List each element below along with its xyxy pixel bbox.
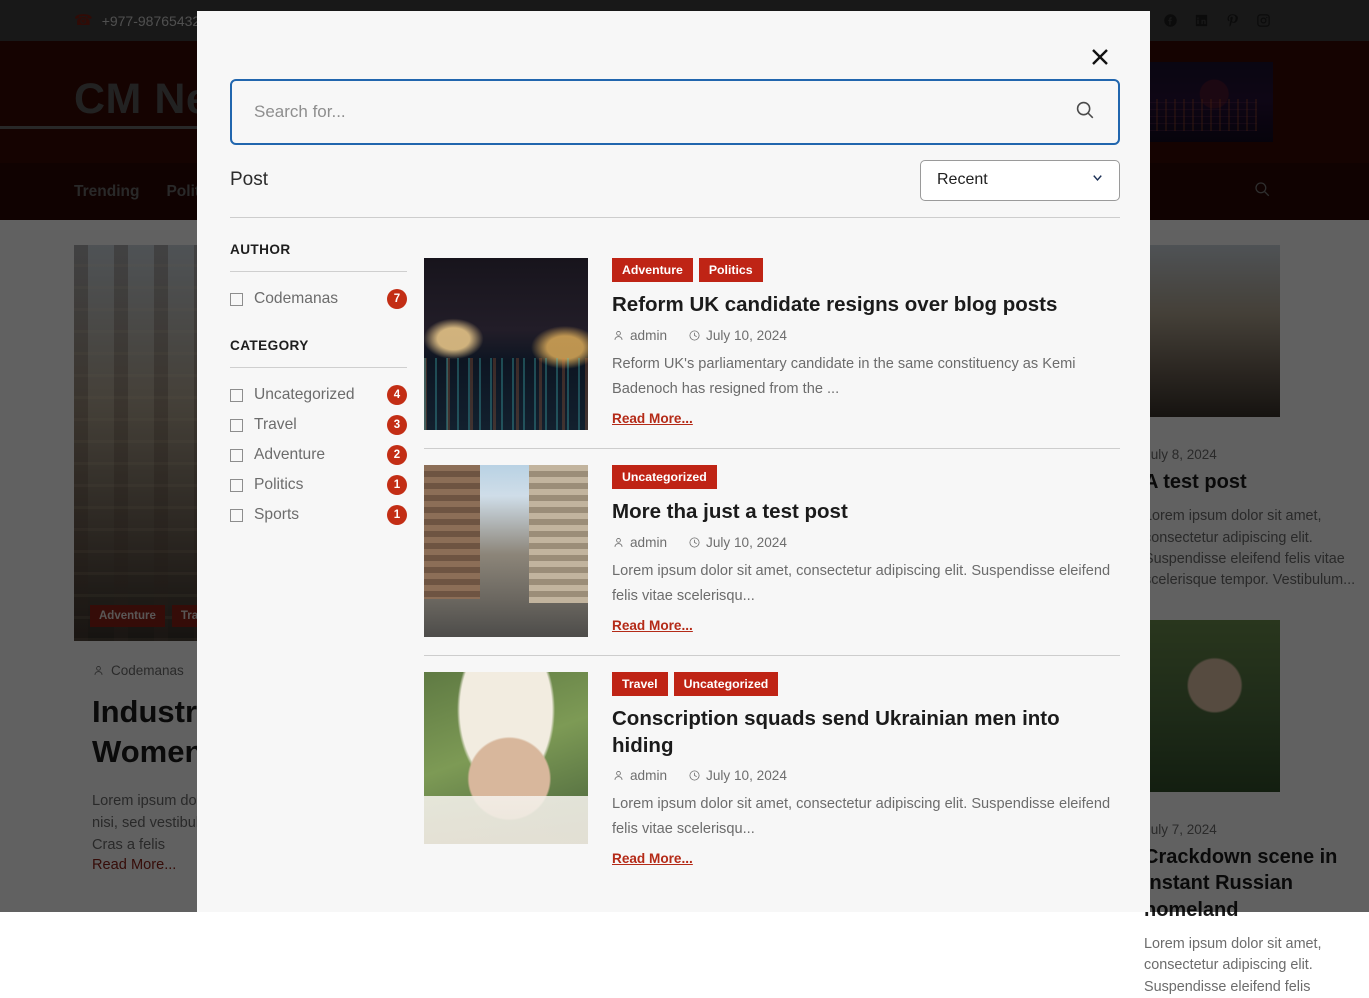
result-author: admin bbox=[612, 535, 667, 550]
facet-count-badge: 2 bbox=[387, 445, 407, 465]
search-modal: Post Recent AUTHOR Codemanas 7 CATEGORY bbox=[197, 11, 1150, 912]
clock-icon bbox=[689, 770, 700, 781]
close-icon[interactable] bbox=[1083, 40, 1117, 74]
facet-count-badge: 1 bbox=[387, 505, 407, 525]
search-results-list: Adventure Politics Reform UK candidate r… bbox=[424, 242, 1120, 886]
facet-checkbox[interactable] bbox=[230, 418, 243, 432]
search-result-item[interactable]: Travel Uncategorized Conscription squads… bbox=[424, 656, 1120, 886]
facet-item-travel[interactable]: Travel 3 bbox=[230, 410, 407, 440]
result-read-more-link[interactable]: Read More... bbox=[612, 411, 693, 426]
result-tag[interactable]: Uncategorized bbox=[612, 465, 717, 489]
result-tag-list: Travel Uncategorized bbox=[612, 672, 1120, 696]
search-result-item[interactable]: Uncategorized More tha just a test post … bbox=[424, 449, 1120, 655]
sort-select[interactable]: Recent bbox=[920, 159, 1120, 201]
facet-count-badge: 7 bbox=[387, 289, 407, 309]
result-body: Travel Uncategorized Conscription squads… bbox=[612, 672, 1120, 868]
user-icon bbox=[614, 330, 623, 340]
facet-heading-rule bbox=[230, 271, 407, 272]
facet-item-sports[interactable]: Sports 1 bbox=[230, 500, 407, 530]
facet-item-politics[interactable]: Politics 1 bbox=[230, 470, 407, 500]
result-tag[interactable]: Uncategorized bbox=[673, 672, 779, 696]
facet-count-badge: 4 bbox=[387, 385, 407, 405]
result-author: admin bbox=[612, 328, 667, 343]
clock-icon bbox=[689, 537, 700, 548]
facet-heading-rule bbox=[230, 367, 407, 368]
facet-label: Sports bbox=[254, 506, 300, 523]
facet-heading: AUTHOR bbox=[230, 242, 291, 257]
result-date: July 10, 2024 bbox=[688, 328, 787, 343]
result-excerpt: Reform UK's parliamentary candidate in t… bbox=[612, 355, 1076, 397]
search-field-wrapper[interactable] bbox=[230, 79, 1120, 145]
facet-count-badge: 3 bbox=[387, 415, 407, 435]
facet-item-codemanas[interactable]: Codemanas 7 bbox=[230, 284, 407, 314]
facet-sidebar: AUTHOR Codemanas 7 CATEGORY Uncategorize… bbox=[230, 242, 407, 530]
result-thumbnail[interactable] bbox=[424, 465, 588, 637]
search-icon[interactable] bbox=[1074, 99, 1096, 126]
result-body: Uncategorized More tha just a test post … bbox=[612, 465, 1120, 637]
result-tag[interactable]: Travel bbox=[612, 672, 668, 696]
facet-label: Politics bbox=[254, 476, 304, 493]
result-tag-list: Uncategorized bbox=[612, 465, 1120, 489]
facet-checkbox[interactable] bbox=[230, 478, 243, 492]
result-title[interactable]: Reform UK candidate resigns over blog po… bbox=[612, 292, 1120, 319]
result-read-more-link[interactable]: Read More... bbox=[612, 618, 693, 633]
result-author-name: admin bbox=[630, 768, 668, 784]
result-meta: admin July 10, 2024 bbox=[612, 328, 1120, 343]
facet-checkbox[interactable] bbox=[230, 388, 243, 402]
right-card-excerpt: Lorem ipsum dolor sit amet, consectetur … bbox=[1144, 936, 1322, 995]
facet-count-badge: 1 bbox=[387, 475, 407, 495]
facet-label: Uncategorized bbox=[254, 386, 355, 403]
sort-select-value: Recent bbox=[937, 171, 988, 188]
facet-checkbox[interactable] bbox=[230, 448, 243, 462]
result-tag-list: Adventure Politics bbox=[612, 258, 1120, 282]
result-author-name: admin bbox=[630, 327, 668, 343]
facet-label: Adventure bbox=[254, 446, 326, 463]
facet-label: Travel bbox=[254, 416, 297, 433]
facet-checkbox[interactable] bbox=[230, 292, 243, 306]
result-date-text: July 10, 2024 bbox=[706, 768, 787, 784]
facet-item-uncategorized[interactable]: Uncategorized 4 bbox=[230, 380, 407, 410]
facet-heading: CATEGORY bbox=[230, 338, 309, 353]
result-date-text: July 10, 2024 bbox=[706, 327, 787, 343]
result-meta: admin July 10, 2024 bbox=[612, 535, 1120, 550]
facet-checkbox[interactable] bbox=[230, 508, 243, 522]
facet-item-adventure[interactable]: Adventure 2 bbox=[230, 440, 407, 470]
result-title[interactable]: More tha just a test post bbox=[612, 499, 1120, 526]
user-icon bbox=[614, 537, 623, 547]
search-input[interactable] bbox=[254, 102, 1074, 122]
facet-group-author: AUTHOR Codemanas 7 bbox=[230, 242, 407, 314]
facet-group-category: CATEGORY Uncategorized 4 Travel 3 Advent… bbox=[230, 338, 407, 530]
result-author: admin bbox=[612, 768, 667, 783]
result-thumbnail[interactable] bbox=[424, 672, 588, 844]
filter-bar: Post Recent bbox=[230, 152, 1120, 208]
result-body: Adventure Politics Reform UK candidate r… bbox=[612, 258, 1120, 430]
result-tag[interactable]: Adventure bbox=[612, 258, 693, 282]
result-date-text: July 10, 2024 bbox=[706, 534, 787, 550]
clock-icon bbox=[689, 330, 700, 341]
user-icon bbox=[614, 771, 623, 781]
result-title[interactable]: Conscription squads send Ukrainian men i… bbox=[612, 706, 1120, 759]
facet-group-spacer bbox=[230, 314, 407, 338]
result-date: July 10, 2024 bbox=[688, 535, 787, 550]
result-date: July 10, 2024 bbox=[688, 768, 787, 783]
result-excerpt: Lorem ipsum dolor sit amet, consectetur … bbox=[612, 796, 1111, 838]
filter-divider bbox=[230, 217, 1120, 218]
result-thumbnail[interactable] bbox=[424, 258, 588, 430]
result-author-name: admin bbox=[630, 534, 668, 550]
facet-label: Codemanas bbox=[254, 290, 339, 307]
result-excerpt: Lorem ipsum dolor sit amet, consectetur … bbox=[612, 562, 1111, 604]
search-result-item[interactable]: Adventure Politics Reform UK candidate r… bbox=[424, 242, 1120, 448]
post-type-label: Post bbox=[230, 169, 269, 190]
result-read-more-link[interactable]: Read More... bbox=[612, 851, 693, 866]
result-meta: admin July 10, 2024 bbox=[612, 768, 1120, 783]
result-tag[interactable]: Politics bbox=[698, 258, 763, 282]
chevron-down-icon bbox=[1090, 170, 1105, 190]
